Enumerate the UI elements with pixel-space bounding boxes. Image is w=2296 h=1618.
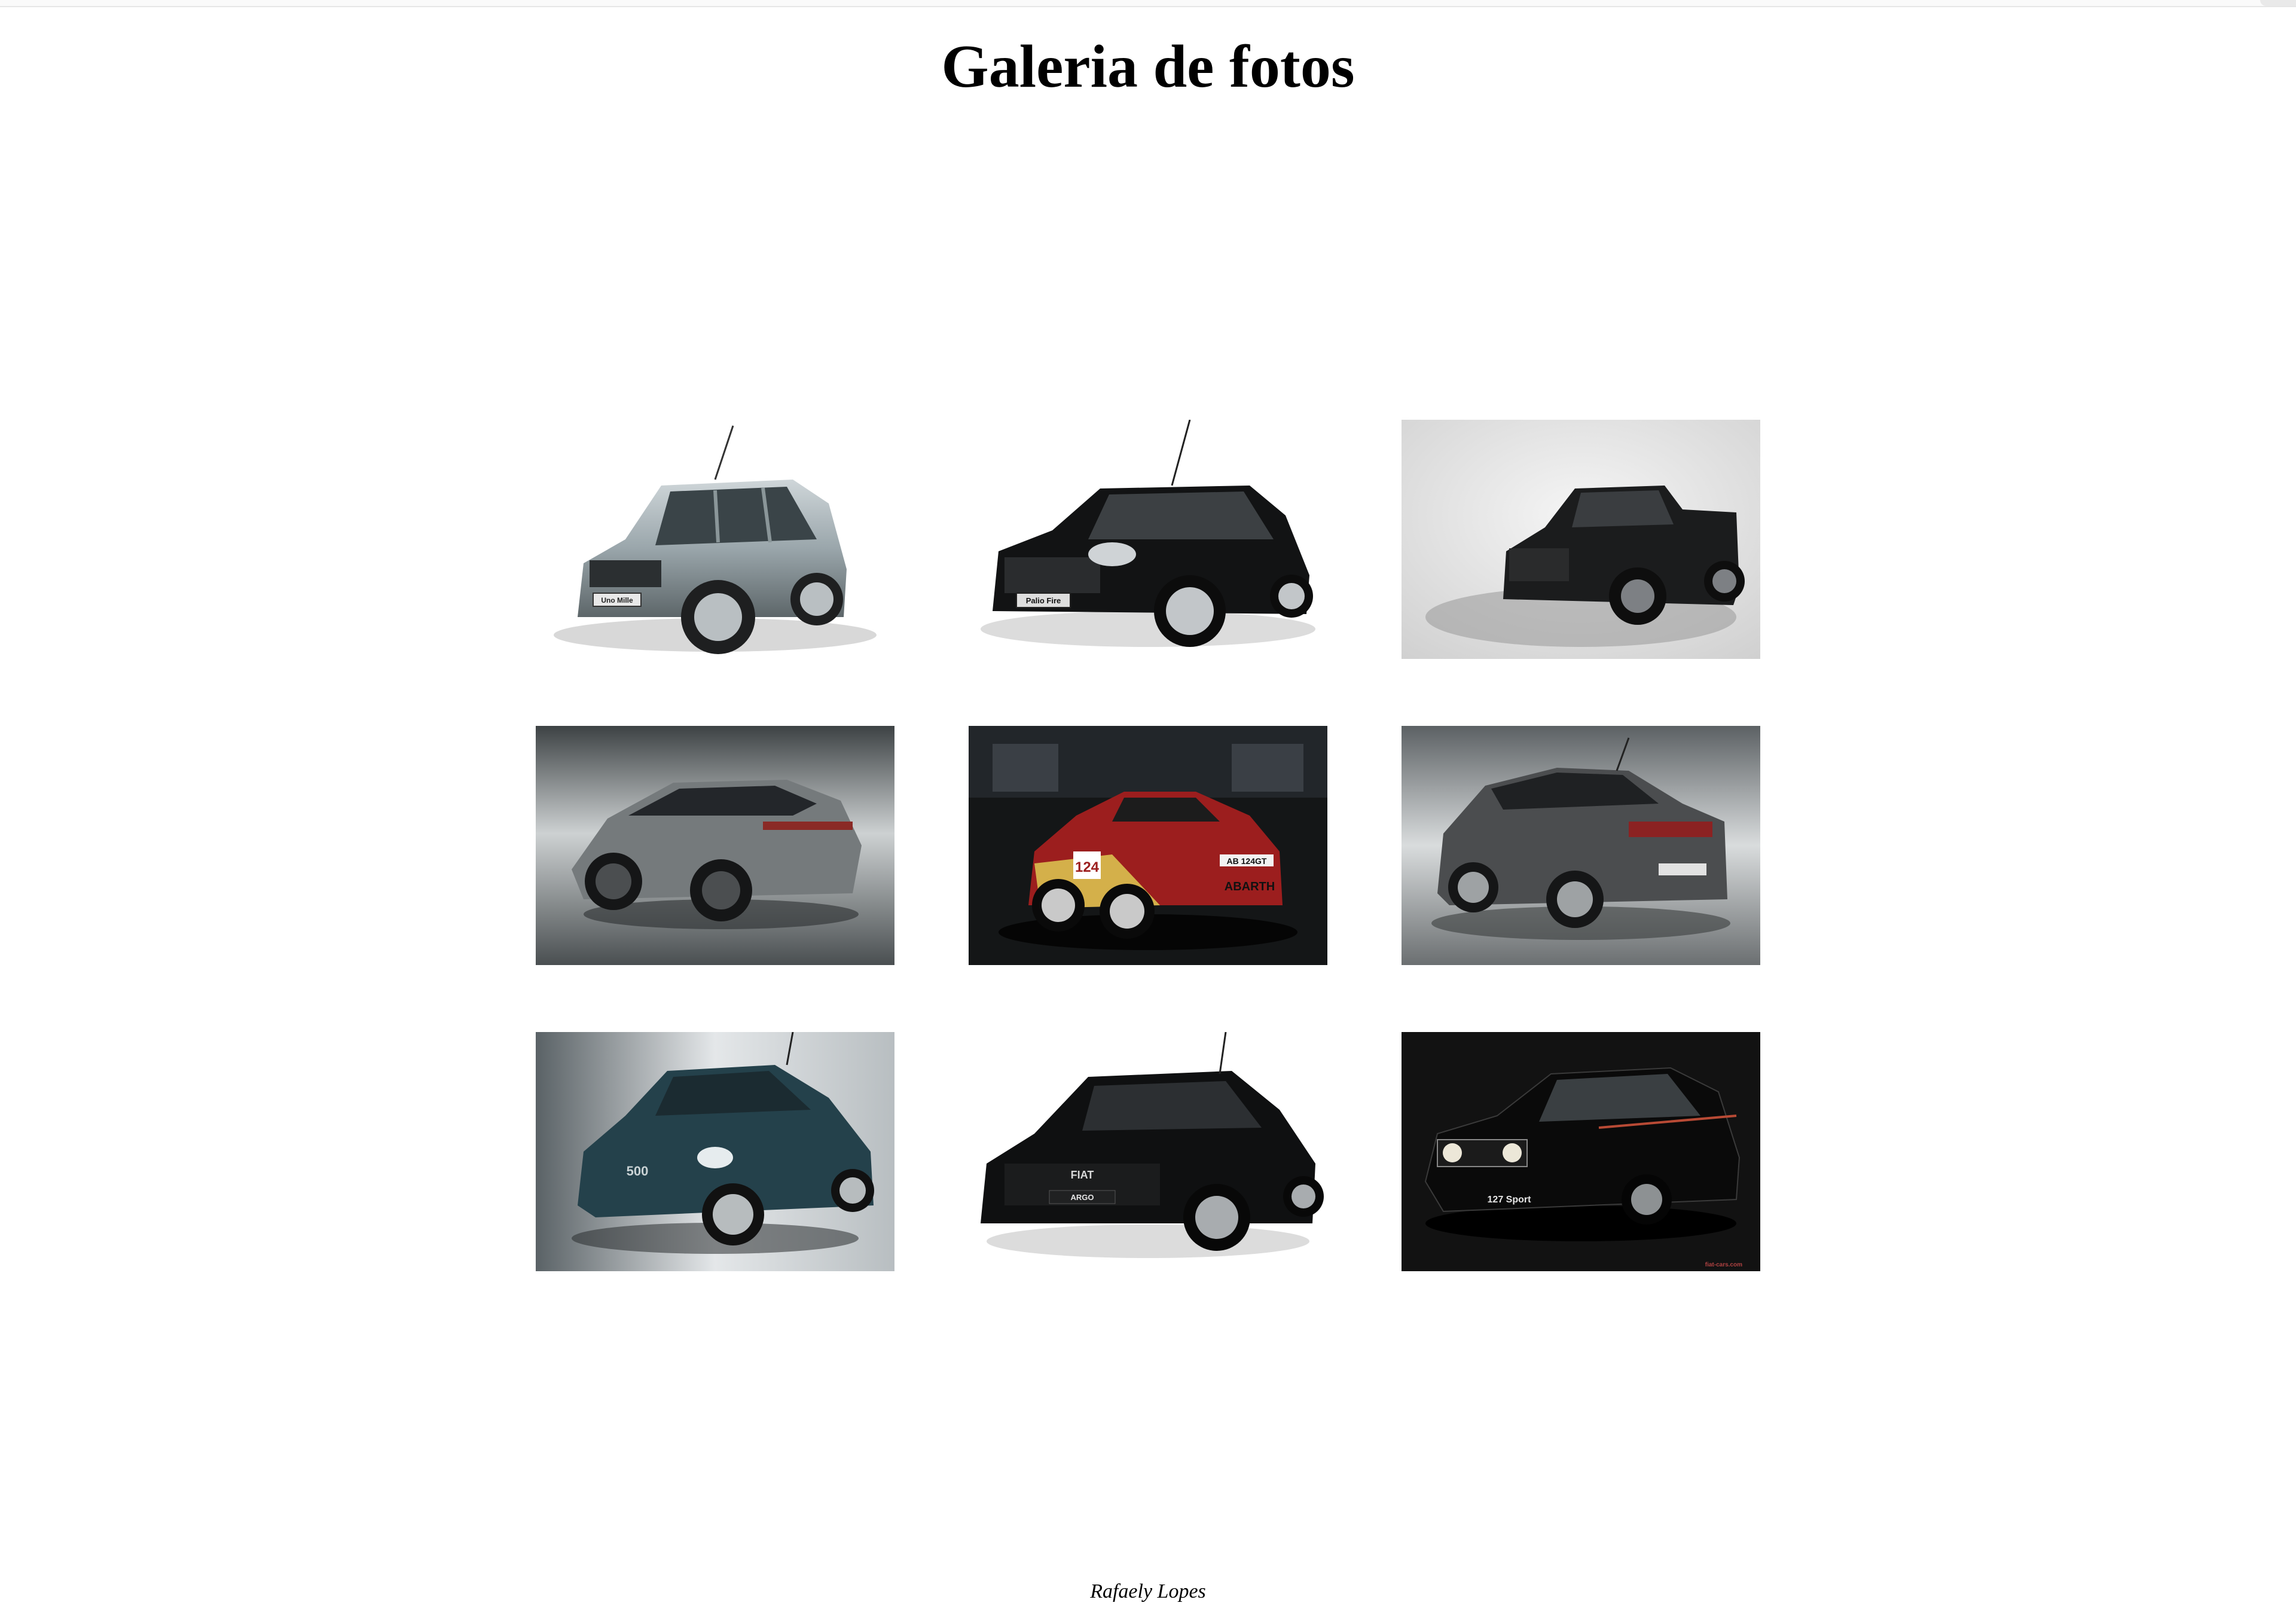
car-8-plate: ARGO (1071, 1193, 1094, 1202)
car-photo-1-image: Uno Mille (536, 420, 894, 659)
car-5-plate: AB 124GT (1227, 856, 1267, 866)
car-1-badge: Uno Mille (601, 596, 633, 605)
window-corner (2260, 0, 2296, 6)
car-8-badge: FIAT (1071, 1169, 1094, 1181)
gallery-photo-1[interactable]: Uno Mille (536, 420, 894, 659)
car-photo-8-image: FIAT ARGO (969, 1032, 1327, 1271)
gallery-photo-5[interactable]: 124 AB 124GT ABARTH (969, 726, 1327, 965)
car-photo-5-image: 124 AB 124GT ABARTH (969, 726, 1327, 965)
photo-gallery: Uno Mille Palio Fire 124 AB 124GT ABARTH… (536, 420, 1760, 1271)
car-5-badge: ABARTH (1225, 880, 1275, 893)
gallery-photo-4[interactable] (536, 726, 894, 965)
car-7-badge: 500 (627, 1164, 649, 1179)
car-5-number: 124 (1075, 859, 1100, 875)
car-photo-7-image: 500 (536, 1032, 894, 1271)
gallery-photo-8[interactable]: FIAT ARGO (969, 1032, 1327, 1271)
gallery-photo-9[interactable]: 127 Sport fiat-cars.com (1402, 1032, 1760, 1271)
browser-top-edge (0, 0, 2296, 7)
gallery-photo-3[interactable] (1402, 420, 1760, 659)
gallery-photo-6[interactable] (1402, 726, 1760, 965)
car-9-badge: 127 Sport (1488, 1195, 1532, 1205)
car-photo-6-image (1402, 726, 1760, 965)
car-photo-3-image (1402, 420, 1760, 659)
gallery-photo-7[interactable]: 500 (536, 1032, 894, 1271)
car-2-badge: Palio Fire (1026, 596, 1061, 605)
gallery-photo-2[interactable]: Palio Fire (969, 420, 1327, 659)
page-title: Galeria de fotos (941, 33, 1355, 100)
page-footer: Rafaely Lopes (1090, 1580, 1206, 1602)
car-photo-9-image: 127 Sport fiat-cars.com (1402, 1032, 1760, 1271)
car-photo-2-image: Palio Fire (969, 420, 1327, 659)
car-9-watermark: fiat-cars.com (1705, 1262, 1742, 1268)
car-photo-4-image (536, 726, 894, 965)
